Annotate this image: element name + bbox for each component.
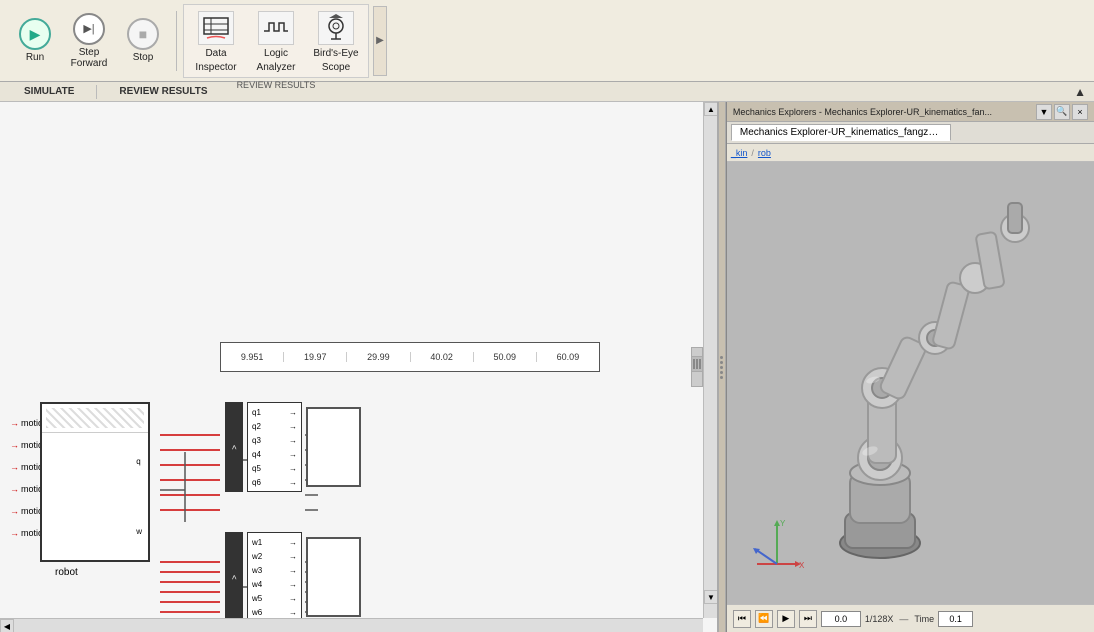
birds-eye-scope-button[interactable]: Bird's-Eye Scope [306,7,366,77]
tick-3: 29.99 [347,352,410,362]
playback-separator: — [899,614,908,624]
right-panel-title-bar: Mechanics Explorers - Mechanics Explorer… [727,102,1094,122]
w-block-group: > w1 → w2 → w3 → w4 → [225,532,361,622]
q4-port: q4 → [252,450,297,459]
right-panel-nav: _kin / rob [727,144,1094,162]
q1-port: q1 → [252,408,297,417]
canvas-scrollbar-v[interactable]: ▲ ▼ [703,102,717,618]
robot-label: robot [55,567,78,578]
robot-block[interactable]: q w [40,402,150,562]
q-mux-block[interactable]: > [225,402,243,492]
birds-eye-scope-icon [318,11,354,45]
q-block-group: > q1 → q2 → q3 → q4 → [225,402,361,492]
nav-link-1[interactable]: _kin [731,148,748,158]
stop-button[interactable]: ■ Stop [116,6,170,76]
axes-indicator: Y X [747,514,807,574]
tick-6: 60.09 [537,352,599,362]
logic-analyzer-line1: Logic [264,48,288,59]
playback-time-label: Time [914,614,934,624]
q5-port: q5 → [252,464,297,473]
panel-dropdown-button[interactable]: ▼ [1036,104,1052,120]
w2-port: w2 → [252,552,297,561]
q2-port: q2 → [252,422,297,431]
stop-label: Stop [133,52,154,63]
main-area: 9.951 19.97 29.99 40.02 50.09 60.09 → mo… [0,102,1094,632]
review-results-group: Data Inspector Logic Analyzer [186,7,366,77]
step-forward-label: StepForward [71,47,108,69]
v-split-handle[interactable] [718,102,726,632]
mechanics-explorer-tab[interactable]: Mechanics Explorer-UR_kinematics_fangzhe… [731,124,951,141]
svg-text:X: X [799,561,805,570]
run-icon: ▶ [19,18,51,50]
playback-bar: ⏮ ⏪ ▶ ⏭ 1/128X — Time [727,604,1094,632]
data-inspector-button[interactable]: Data Inspector [186,7,246,77]
playback-play-button[interactable]: ▶ [777,610,795,628]
nav-separator: / [751,148,754,158]
panel-close-button[interactable]: × [1072,104,1088,120]
playback-skip-back-button[interactable]: ⏮ [733,610,751,628]
q-ports-block[interactable]: q1 → q2 → q3 → q4 → q5 → [247,402,302,492]
toolbar: ▶ Run ▶| StepForward ■ Stop [0,0,1094,82]
w5-port: w5 → [252,594,297,603]
stop-icon: ■ [127,18,159,50]
q-output-box[interactable] [306,407,361,487]
tick-4: 40.02 [411,352,474,362]
section-bar-collapse-icon[interactable]: ▲ [1074,85,1086,99]
step-forward-button[interactable]: ▶| StepForward [62,6,116,76]
playback-time-input[interactable] [821,611,861,627]
svg-text:Y: Y [780,519,786,528]
robot-block-label [42,404,148,433]
w1-port: w1 → [252,538,297,547]
panel-search-button[interactable]: 🔍 [1054,104,1070,120]
w-ports-block[interactable]: w1 → w2 → w3 → w4 → w5 → [247,532,302,622]
playback-speed-label: 1/128X [865,614,894,624]
section-divider [96,85,97,99]
split-dots [720,356,723,379]
logic-analyzer-icon [258,11,294,45]
playback-rewind-button[interactable]: ⏪ [755,610,773,628]
playback-step-button[interactable]: ⏭ [799,610,817,628]
logic-analyzer-line2: Analyzer [257,62,296,73]
data-inspector-line2: Inspector [195,62,236,73]
tick-2: 19.97 [284,352,347,362]
data-inspector-line1: Data [205,48,226,59]
q3-port: q3 → [252,436,297,445]
birds-eye-line1: Bird's-Eye [313,48,358,59]
nav-link-2[interactable]: rob [758,148,771,158]
w-output-box[interactable] [306,537,361,617]
section-bar: SIMULATE REVIEW RESULTS ▲ [0,82,1094,102]
w6-port: w6 → [252,608,297,617]
tab-label: Mechanics Explorer-UR_kinematics_fangzhe… [740,127,945,138]
logic-analyzer-button[interactable]: Logic Analyzer [246,7,306,77]
right-panel: Mechanics Explorers - Mechanics Explorer… [726,102,1094,632]
timeline-bar: 9.951 19.97 29.99 40.02 50.09 60.09 [220,342,600,372]
section-simulate[interactable]: SIMULATE [8,86,90,97]
right-panel-tab-bar: Mechanics Explorer-UR_kinematics_fangzhe… [727,122,1094,144]
tick-1: 9.951 [221,352,284,362]
canvas-scrollbar-h[interactable]: ◀ ▶ [0,618,703,632]
step-forward-icon: ▶| [73,13,105,45]
q6-port: q6 → [252,478,297,487]
section-review-results[interactable]: REVIEW RESULTS [103,86,223,97]
tick-5: 50.09 [474,352,537,362]
run-label: Run [26,52,44,63]
toolbar-divider-1 [176,11,177,71]
w3-port: w3 → [252,566,297,575]
viewport-3d[interactable]: Y X [727,162,1094,604]
h-split-handle[interactable] [691,356,703,372]
scroll-down-arrow[interactable]: ▼ [704,590,718,604]
w4-port: w4 → [252,580,297,589]
robot-block-ports: q w [42,433,148,560]
w-mux-block[interactable]: > [225,532,243,622]
scroll-left-arrow[interactable]: ◀ [0,619,14,632]
scroll-up-arrow[interactable]: ▲ [704,102,718,116]
canvas-area[interactable]: 9.951 19.97 29.99 40.02 50.09 60.09 → mo… [0,102,718,632]
birds-eye-line2: Scope [322,62,350,73]
playback-time-display[interactable] [938,611,973,627]
run-button[interactable]: ▶ Run [8,6,62,76]
data-inspector-icon [198,11,234,45]
right-panel-window-title: Mechanics Explorers - Mechanics Explorer… [733,107,1036,117]
toolbar-collapse-button[interactable]: ▶ [373,6,387,76]
